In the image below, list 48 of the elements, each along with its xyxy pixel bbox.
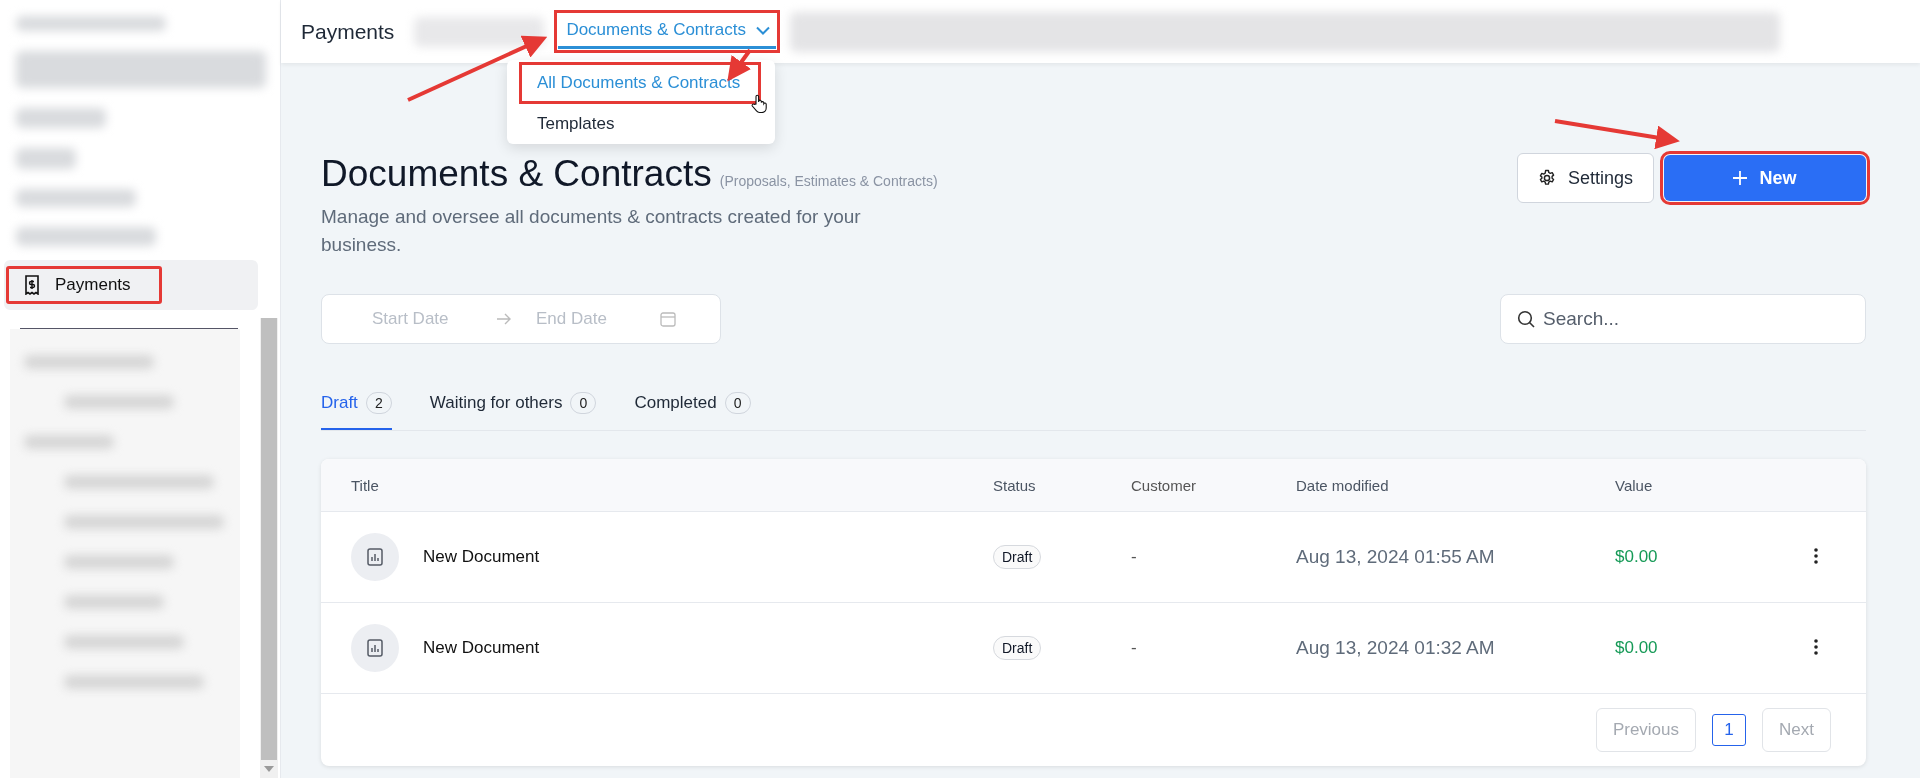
menu-item[interactable]: Templates [519,106,765,142]
tab-label: Waiting for others [429,393,563,414]
more-vertical-icon [1813,547,1818,564]
more-vertical-icon [1813,638,1818,655]
search-icon [1517,310,1535,329]
table-cell: New Document [423,638,540,659]
table-cell: - [1131,547,1137,568]
nav-dropdown[interactable]: Documents & Contracts [558,14,776,49]
table-cell: Aug 13, 2024 01:32 AM [1296,637,1495,660]
table-cell: New Document [423,547,540,568]
page-button[interactable]: 1 [1712,714,1747,747]
table-cell: $0.00 [1615,547,1658,568]
search-input[interactable]: Search... [1541,307,1849,332]
chart-document-icon [367,548,383,567]
tab[interactable]: Waiting for others 0 [429,388,597,431]
hand-cursor-icon [751,94,767,114]
column-header: Title [350,476,380,494]
search-field[interactable]: Search... [1500,294,1866,345]
status-tag: Draft [993,636,1042,661]
page-subheading: (Proposals, Estimates & Contracts) [719,173,938,189]
status-tag: Draft [993,545,1042,570]
sidebar-item[interactable]: Payments [4,260,258,310]
column-header: Value [1615,476,1654,494]
arrow-right-icon [496,313,512,326]
column-header: Status [993,476,1037,494]
tab-label: Draft [321,393,358,414]
table-cell: Aug 13, 2024 01:55 AM [1296,546,1495,569]
page-heading: Documents & Contracts [321,153,712,195]
column-header: Date modified [1296,476,1390,494]
start-date-field[interactable]: Start Date [372,309,472,330]
tab[interactable]: Draft 2 [321,388,392,431]
scroll-down-arrow-icon [264,766,274,772]
tab-label: Completed [634,393,717,414]
calendar-icon [660,311,676,328]
receipt-icon [23,275,41,295]
blurred-area [16,148,76,169]
table-cell: $0.00 [1615,638,1658,659]
page-description: Manage and oversee all documents & contracts created for your business. [321,205,862,257]
table-cell: - [1131,638,1137,659]
tab[interactable]: Completed 0 [634,388,751,431]
page-title: Payments [301,19,395,44]
settings-icon [1537,169,1556,187]
settings-button[interactable]: Settings [1516,153,1654,203]
end-date-field[interactable]: End Date [536,309,636,330]
plus-icon [1733,171,1748,185]
column-header: Customer [1131,476,1198,494]
chart-document-icon [367,639,383,658]
chevron-down-icon [755,25,770,35]
